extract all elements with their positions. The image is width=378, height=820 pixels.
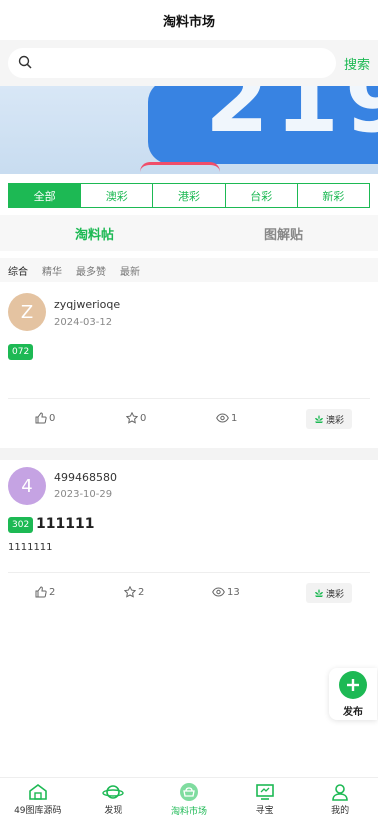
- publish-button[interactable]: 发布: [329, 668, 377, 720]
- sort-bar: 综合 精华 最多赞 最新: [0, 258, 378, 282]
- banner-image[interactable]: 219: [0, 86, 378, 174]
- nav-item-treasure[interactable]: 寻宝: [227, 778, 303, 820]
- view-count: 13: [227, 586, 240, 598]
- view-count: 1: [231, 412, 238, 424]
- lotus-icon: [314, 589, 323, 597]
- post-date: 2023-10-29: [54, 489, 113, 500]
- tab-taiwan[interactable]: 台彩: [226, 184, 298, 207]
- sort-most-liked[interactable]: 最多赞: [76, 263, 106, 278]
- post-type-tabs: 淘料帖 图解贴: [0, 215, 378, 251]
- search-icon: [18, 54, 32, 73]
- nav-item-discover[interactable]: 发现: [76, 778, 152, 820]
- username[interactable]: 499468580: [54, 471, 117, 484]
- nav-label: 发现: [104, 805, 123, 816]
- star-icon: [124, 586, 136, 598]
- category-label: 澳彩: [325, 589, 344, 600]
- username[interactable]: zyqjwerioqe: [54, 298, 120, 311]
- eye-icon: [212, 587, 225, 597]
- eye-icon: [216, 413, 229, 423]
- views-stat: 13: [212, 586, 240, 598]
- tab-all[interactable]: 全部: [9, 184, 82, 207]
- market-icon: [179, 782, 198, 801]
- lotus-icon: [314, 415, 323, 423]
- issue-badge: 302: [8, 517, 34, 533]
- home-icon: [28, 783, 47, 800]
- plus-icon: [339, 670, 367, 699]
- category-tag[interactable]: 澳彩: [306, 409, 352, 429]
- page-title: 淘料市场: [0, 0, 378, 40]
- favorite-button[interactable]: 0: [126, 412, 146, 424]
- thumbs-up-icon: [35, 412, 47, 424]
- user-icon: [332, 783, 348, 801]
- category-label: 澳彩: [325, 415, 344, 426]
- issue-badge: 072: [8, 344, 34, 360]
- sort-latest[interactable]: 最新: [120, 263, 140, 278]
- post-card[interactable]: Z zyqjwerioqe 2024-03-12 072 0 0 1 澳彩: [0, 284, 378, 448]
- sort-comprehensive[interactable]: 综合: [8, 263, 28, 278]
- banner-text: 219: [205, 86, 378, 153]
- nav-item-profile[interactable]: 我的: [302, 778, 378, 820]
- favorite-button[interactable]: 2: [124, 586, 144, 598]
- nav-label: 49图库源码: [14, 805, 62, 816]
- like-count: 0: [49, 412, 56, 424]
- planet-icon: [102, 784, 125, 799]
- tab-hongkong[interactable]: 港彩: [153, 184, 226, 207]
- like-button[interactable]: 2: [35, 586, 55, 598]
- post-title[interactable]: 111111: [36, 516, 94, 532]
- publish-label: 发布: [343, 706, 363, 718]
- monitor-icon: [255, 783, 274, 800]
- nav-label: 寻宝: [255, 805, 274, 816]
- avatar[interactable]: Z: [8, 293, 46, 331]
- nav-item-gallery[interactable]: 49图库源码: [0, 778, 76, 820]
- tab-singapore[interactable]: 新彩: [298, 184, 369, 207]
- thumbs-up-icon: [35, 586, 47, 598]
- divider: [8, 572, 370, 573]
- star-icon: [126, 412, 138, 424]
- search-box[interactable]: [8, 48, 336, 78]
- like-button[interactable]: 0: [35, 412, 55, 424]
- lottery-tabs: 全部 澳彩 港彩 台彩 新彩: [8, 183, 370, 208]
- favorite-count: 2: [138, 586, 145, 598]
- sort-featured[interactable]: 精华: [42, 263, 62, 278]
- post-body: 1111111: [8, 542, 53, 553]
- nav-label: 我的: [331, 805, 350, 816]
- post-card[interactable]: 4 499468580 2023-10-29 302 111111 111111…: [0, 460, 378, 608]
- divider: [8, 398, 370, 399]
- favorite-count: 0: [140, 412, 147, 424]
- search-input[interactable]: [40, 51, 326, 75]
- post-date: 2024-03-12: [54, 317, 113, 328]
- nav-item-market[interactable]: 淘料市场: [151, 778, 227, 820]
- views-stat: 1: [216, 412, 237, 424]
- tab-material-posts[interactable]: 淘料帖: [0, 215, 189, 251]
- avatar[interactable]: 4: [8, 467, 46, 505]
- category-tag[interactable]: 澳彩: [306, 583, 352, 603]
- search-bar: 搜索: [0, 40, 378, 86]
- tab-macau[interactable]: 澳彩: [81, 184, 154, 207]
- banner-decoration: [140, 162, 220, 172]
- section-divider: [0, 448, 378, 460]
- search-button[interactable]: 搜索: [344, 54, 370, 73]
- tab-diagram-posts[interactable]: 图解贴: [189, 215, 378, 251]
- bottom-nav: 49图库源码 发现 淘料市场 寻宝 我的: [0, 777, 378, 820]
- like-count: 2: [49, 586, 56, 598]
- nav-label: 淘料市场: [170, 806, 207, 817]
